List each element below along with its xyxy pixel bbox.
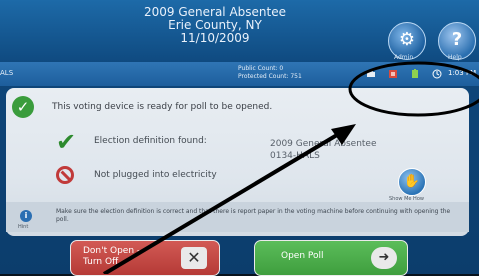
- ready-check-icon: ✓: [12, 96, 34, 118]
- protected-count: Protected Count: 751: [238, 73, 302, 80]
- dont-open-line1: Don't Open -: [83, 246, 141, 256]
- printer-icon: [367, 70, 375, 77]
- help-label: Help: [448, 54, 462, 61]
- election-date: 11/10/2009: [180, 31, 250, 45]
- show-me-how-button[interactable]: ✋: [398, 168, 426, 196]
- dont-open-line2: Turn Off: [83, 257, 119, 267]
- hint-info-icon[interactable]: i: [20, 210, 32, 222]
- status-bar: ALS Public Count: 0 Protected Count: 751…: [0, 62, 479, 86]
- title-bar: 2009 General Absentee Erie County, NY 11…: [0, 0, 479, 62]
- hint-icon-label: Hint: [18, 224, 29, 230]
- clock-time: 1:03 PM: [448, 69, 477, 77]
- status-left-text: ALS: [0, 69, 14, 77]
- hint-bar: i Hint Make sure the election definition…: [6, 202, 469, 232]
- ballot-counts: Public Count: 0 Protected Count: 751: [238, 65, 302, 81]
- definition-value-line2: 0134-HALS: [270, 151, 320, 161]
- battery-icon: [412, 69, 418, 78]
- definition-value-line1: 2009 General Absentee: [270, 139, 377, 149]
- memory-card-icon: [389, 70, 397, 78]
- admin-gear-icon: ⚙: [398, 29, 416, 50]
- arrow-right-icon: ➜: [371, 247, 397, 269]
- clock-icon: [432, 69, 442, 79]
- election-title: 2009 General Absentee Erie County, NY 11…: [110, 6, 320, 45]
- dont-open-turn-off-button[interactable]: Don't Open - Turn Off ✕: [70, 240, 220, 276]
- ready-message: This voting device is ready for poll to …: [52, 102, 273, 112]
- show-me-how-icon: ✋: [403, 174, 421, 189]
- open-poll-label: Open Poll: [281, 251, 324, 261]
- dont-open-label: Don't Open - Turn Off: [83, 246, 140, 268]
- definition-label: Election definition found:: [94, 136, 207, 146]
- help-question-icon: ?: [451, 29, 463, 50]
- definition-check-icon: ✔: [56, 128, 77, 156]
- admin-label: Admin: [394, 54, 414, 61]
- hint-text: Make sure the election definition is cor…: [56, 208, 451, 223]
- definition-value: 2009 General Absentee 0134-HALS: [270, 138, 377, 162]
- no-power-icon: [56, 166, 74, 184]
- public-count: Public Count: 0: [238, 65, 284, 72]
- power-message: Not plugged into electricity: [94, 170, 217, 180]
- voting-machine-screen: 2009 General Absentee Erie County, NY 11…: [0, 0, 479, 276]
- open-poll-button[interactable]: Open Poll ➜: [254, 240, 408, 276]
- close-icon: ✕: [181, 247, 207, 269]
